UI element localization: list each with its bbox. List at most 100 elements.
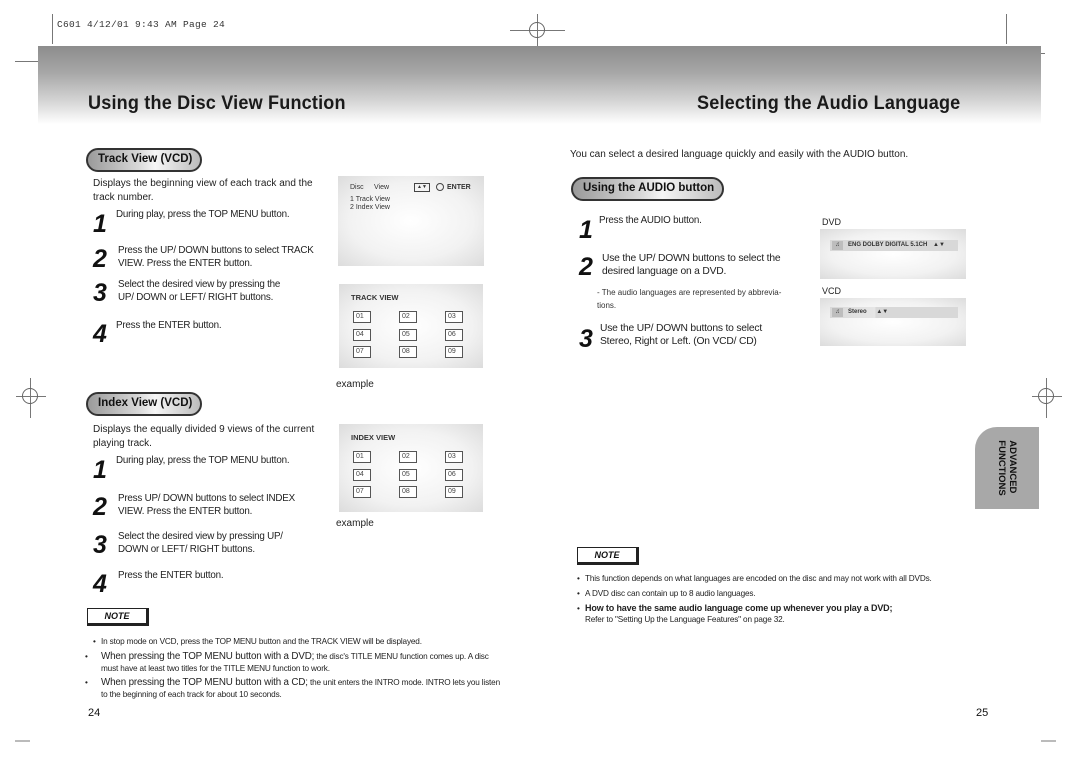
- registration-mark-circle: [22, 388, 38, 404]
- section-side-tab: ADVANCED FUNCTIONS: [975, 427, 1039, 509]
- thumbnail-cell: 06: [445, 469, 463, 481]
- step-text: Use the UP/ DOWN buttons to select the d…: [602, 253, 781, 277]
- note-bullet-lead: When pressing the TOP MENU button with a…: [101, 677, 308, 688]
- note-bullet: • A DVD disc can contain up to 8 audio la…: [577, 589, 756, 598]
- menu-header-view: View: [374, 184, 390, 191]
- thumbnail-cell: 04: [353, 329, 371, 341]
- vcd-audio-bar: ♫ Stereo ▲▼: [830, 307, 958, 318]
- thumbnail-cell: 02: [399, 451, 417, 463]
- note-bullet-reference: Refer to "Setting Up the Language Featur…: [585, 615, 785, 624]
- section-label-track-view: Track View (VCD): [86, 148, 203, 172]
- step-number: 3: [93, 279, 107, 307]
- step-number: 1: [579, 216, 593, 244]
- vcd-audio-text: Stereo: [848, 309, 867, 315]
- page-number-right: 25: [976, 707, 989, 719]
- thumbnail-cell: 01: [353, 451, 371, 463]
- page-title-right: Selecting the Audio Language: [697, 93, 961, 114]
- step-number: 2: [93, 493, 107, 521]
- thumbnail-cell: 09: [445, 346, 463, 358]
- menu-header-disc: Disc: [350, 184, 364, 191]
- step-text: Use the UP/ DOWN buttons to select Stere…: [600, 323, 763, 347]
- menu-item-track-view: 1 Track View: [350, 196, 390, 203]
- enter-icon: [436, 183, 444, 191]
- note-bullet: • In stop mode on VCD, press the TOP MENU…: [93, 637, 422, 646]
- step-text: Press the ENTER button.: [118, 570, 224, 581]
- index-view-screen: INDEX VIEW 01 02 03 04 05 06 07 08 09: [339, 424, 483, 512]
- crop-mark: [1041, 740, 1056, 742]
- note-bullet-bold: How to have the same audio language come…: [585, 603, 893, 613]
- thumbnail-cell: 07: [353, 346, 371, 358]
- thumbnail-cell: 05: [399, 469, 417, 481]
- thumbnail-cell: 01: [353, 311, 371, 323]
- step-text: Select the desired view by pressing the …: [118, 279, 281, 303]
- thumbnail-cell: 08: [399, 486, 417, 498]
- step-text: Press the ENTER button.: [116, 320, 222, 331]
- note-bullet: • How to have the same audio language com…: [577, 603, 893, 613]
- crop-mark: [15, 740, 30, 742]
- note-bullet-lead: When pressing the TOP MENU button with a…: [101, 651, 315, 662]
- track-view-intro: Displays the beginning view of each trac…: [93, 178, 313, 203]
- step-text: Press the UP/ DOWN buttons to select TRA…: [118, 245, 314, 269]
- step-text: Press the AUDIO button.: [599, 215, 702, 226]
- menu-item-index-view: 2 Index View: [350, 204, 390, 211]
- thumbnail-cell: 09: [445, 486, 463, 498]
- vcd-osd-screen: ♫ Stereo ▲▼: [820, 298, 966, 346]
- note-bullet-text: In stop mode on VCD, press the TOP MENU …: [101, 637, 422, 646]
- thumbnail-cell: 08: [399, 346, 417, 358]
- thumbnail-cell: 02: [399, 311, 417, 323]
- step-number: 1: [93, 210, 107, 238]
- audio-icon: ♫: [832, 241, 843, 250]
- up-down-nav-icon: ▲▼: [414, 183, 430, 192]
- example-caption: example: [336, 518, 374, 529]
- step-number: 2: [93, 245, 107, 273]
- note-label: NOTE: [87, 608, 149, 626]
- page-number-left: 24: [88, 707, 101, 719]
- note-bullet: • When pressing the TOP MENU button with …: [85, 651, 489, 673]
- dvd-audio-text: ENG DOLBY DIGITAL 5.1CH: [848, 242, 928, 248]
- thumbnail-cell: 03: [445, 451, 463, 463]
- page-title-left: Using the Disc View Function: [88, 93, 346, 114]
- note-bullet: • When pressing the TOP MENU button with …: [85, 677, 500, 699]
- step-number: 3: [579, 325, 593, 353]
- step-number: 3: [93, 531, 107, 559]
- thumbnail-cell: 05: [399, 329, 417, 341]
- crop-mark: [1006, 14, 1007, 44]
- dvd-label: DVD: [822, 217, 842, 227]
- print-slug: C601 4/12/01 9:43 AM Page 24: [57, 19, 226, 30]
- track-view-screen: TRACK VIEW 01 02 03 04 05 06 07 08 09: [339, 284, 483, 368]
- example-caption: example: [336, 379, 374, 390]
- step-number: 2: [579, 253, 593, 281]
- step-text: During play, press the TOP MENU button.: [116, 209, 290, 220]
- thumbnail-cell: 03: [445, 311, 463, 323]
- step-number: 4: [93, 320, 107, 348]
- audio-intro: You can select a desired language quickl…: [570, 149, 909, 160]
- step-text: Press UP/ DOWN buttons to select INDEX V…: [118, 493, 295, 517]
- side-tab-label: ADVANCED FUNCTIONS: [996, 440, 1018, 495]
- screen-title: INDEX VIEW: [351, 433, 396, 442]
- note-bullet-text: A DVD disc can contain up to 8 audio lan…: [585, 589, 756, 598]
- step-text: During play, press the TOP MENU button.: [116, 455, 290, 466]
- crop-mark: [52, 14, 53, 44]
- screen-title: TRACK VIEW: [351, 293, 399, 302]
- up-down-nav-icon: ▲▼: [933, 242, 945, 248]
- audio-icon: ♫: [832, 308, 843, 317]
- step-text: Select the desired view by pressing UP/ …: [118, 531, 283, 555]
- registration-mark-circle: [1038, 388, 1054, 404]
- thumbnail-cell: 06: [445, 329, 463, 341]
- note-label: NOTE: [577, 547, 639, 565]
- section-label-index-view: Index View (VCD): [86, 392, 203, 416]
- index-view-intro: Displays the equally divided 9 views of …: [93, 424, 315, 449]
- menu-enter-label: ENTER: [447, 184, 471, 191]
- note-bullet: • This function depends on what languages…: [577, 574, 932, 583]
- note-bullet-text: This function depends on what languages …: [585, 574, 932, 583]
- section-label-audio-button: Using the AUDIO button: [571, 177, 725, 201]
- side-tab-line-2: FUNCTIONS: [996, 440, 1007, 496]
- thumbnail-cell: 07: [353, 486, 371, 498]
- dvd-audio-bar: ♫ ENG DOLBY DIGITAL 5.1CH ▲▼: [830, 240, 958, 251]
- step-number: 1: [93, 456, 107, 484]
- step-number: 4: [93, 570, 107, 598]
- vcd-label: VCD: [822, 286, 842, 296]
- side-tab-line-1: ADVANCED: [1007, 440, 1018, 494]
- audio-sub-note: - The audio languages are represented by…: [597, 288, 782, 310]
- dvd-osd-screen: ♫ ENG DOLBY DIGITAL 5.1CH ▲▼: [820, 229, 966, 279]
